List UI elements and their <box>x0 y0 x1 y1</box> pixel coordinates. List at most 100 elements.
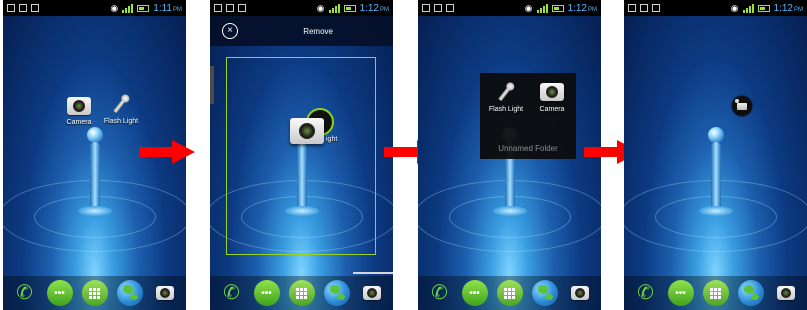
messaging-button[interactable]: ••• <box>253 280 280 306</box>
scroll-indicator <box>353 272 393 274</box>
flash-light-app[interactable]: Flash Light <box>98 93 144 125</box>
app-drawer-button[interactable] <box>496 280 523 306</box>
flash-light-label: Flash Light <box>488 106 524 113</box>
mail-icon <box>214 4 222 12</box>
camera-icon <box>155 286 174 300</box>
app-drawer-icon <box>710 287 721 299</box>
phone-icon: ✆ <box>16 282 33 304</box>
gallery-icon <box>238 4 246 12</box>
camera-app[interactable]: Camera <box>56 96 102 126</box>
flashlight-icon <box>495 80 516 103</box>
camera-icon <box>540 83 564 101</box>
dock: ✆ ••• <box>210 276 393 310</box>
gallery-icon <box>652 4 660 12</box>
phone-button[interactable]: ✆ <box>12 280 38 306</box>
remove-label: Remove <box>303 26 333 36</box>
mail-icon <box>628 4 636 12</box>
camera-icon <box>362 286 381 300</box>
signal-icon <box>742 3 754 13</box>
status-bar: ◉ 1:11PM <box>3 0 186 16</box>
messaging-button[interactable]: ••• <box>46 280 73 306</box>
screen-step-4: ◉ 1:12PM ✆ ••• <box>624 0 807 310</box>
step-arrow <box>139 140 195 164</box>
camera-icon <box>67 97 91 115</box>
camera-label: Camera <box>539 106 565 113</box>
browser-button[interactable] <box>323 280 350 306</box>
status-bar: ◉ 1:12PM <box>418 0 601 16</box>
status-bar: ◉ 1:12PM <box>624 0 807 16</box>
clock: 1:12PM <box>359 2 389 14</box>
water-splash <box>698 206 733 216</box>
folder-name[interactable]: Unnamed Folder <box>480 144 576 153</box>
screen-step-3: ◉ 1:12PM Flash Light Camera Unnamed Fold… <box>418 0 601 310</box>
browser-button[interactable] <box>531 280 558 306</box>
app-drawer-icon <box>89 287 100 299</box>
phone-button[interactable]: ✆ <box>427 280 453 306</box>
image-icon <box>19 4 27 12</box>
clock: 1:11PM <box>153 2 182 14</box>
flashlight-icon <box>110 92 131 115</box>
water-splash <box>77 206 112 216</box>
image-icon <box>640 4 648 12</box>
camera-dock-button[interactable] <box>567 280 593 306</box>
folder-popup: Flash Light Camera Unnamed Folder <box>480 73 576 159</box>
page-handle[interactable] <box>210 66 214 104</box>
status-bar: ◉ 1:12PM <box>210 0 393 16</box>
camera-dock-button[interactable] <box>773 280 799 306</box>
camera-dock-button[interactable] <box>152 280 178 306</box>
browser-button[interactable] <box>116 280 143 306</box>
signal-icon <box>122 3 134 13</box>
browser-button[interactable] <box>737 280 764 306</box>
water-column <box>710 142 721 212</box>
screen-step-2: ◉ 1:12PM × Remove ight ✆ ••• <box>210 0 393 310</box>
clock: 1:12PM <box>567 2 597 14</box>
mail-icon <box>7 4 15 12</box>
messaging-icon: ••• <box>675 287 686 299</box>
water-splash <box>492 206 527 216</box>
flash-light-label: Flash Light <box>103 118 139 125</box>
app-drawer-button[interactable] <box>288 280 315 306</box>
phone-icon: ✆ <box>637 282 654 304</box>
remove-bar[interactable]: × Remove <box>210 16 393 46</box>
clock: 1:12PM <box>773 2 803 14</box>
close-icon[interactable]: × <box>222 23 238 39</box>
app-drawer-icon <box>504 287 515 299</box>
app-drawer-button[interactable] <box>702 280 729 306</box>
dock: ✆ ••• <box>624 276 807 310</box>
water-drop-wallpaper <box>86 127 103 143</box>
image-icon <box>226 4 234 12</box>
dragged-camera-icon[interactable] <box>290 118 324 144</box>
battery-icon <box>343 4 356 12</box>
camera-label: Camera <box>66 119 92 126</box>
image-icon <box>434 4 442 12</box>
folder-icon[interactable] <box>732 96 752 116</box>
app-drawer-button[interactable] <box>81 280 108 306</box>
battery-icon <box>757 4 770 12</box>
messaging-button[interactable]: ••• <box>461 280 488 306</box>
gallery-icon <box>446 4 454 12</box>
app-drawer-icon <box>296 287 307 299</box>
phone-button[interactable]: ✆ <box>219 280 245 306</box>
phone-button[interactable]: ✆ <box>633 280 659 306</box>
dock: ✆ ••• <box>418 276 601 310</box>
dock: ✆ ••• <box>3 276 186 310</box>
messaging-button[interactable]: ••• <box>667 280 694 306</box>
flash-light-app[interactable]: Flash Light <box>484 81 528 113</box>
water-column <box>89 142 100 212</box>
camera-icon <box>776 286 795 300</box>
phone-icon: ✆ <box>431 282 448 304</box>
flash-light-label-partial: ight <box>326 136 338 143</box>
wifi-icon: ◉ <box>524 2 533 13</box>
signal-icon <box>328 3 340 13</box>
wifi-icon: ◉ <box>110 2 119 13</box>
camera-dock-button[interactable] <box>359 280 385 306</box>
battery-icon <box>137 4 150 12</box>
gallery-icon <box>31 4 39 12</box>
messaging-icon: ••• <box>54 287 65 299</box>
camera-app[interactable]: Camera <box>530 81 574 113</box>
wifi-icon: ◉ <box>316 2 325 13</box>
messaging-icon: ••• <box>261 287 272 299</box>
mail-icon <box>422 4 430 12</box>
water-drop-wallpaper <box>707 127 724 143</box>
camera-icon <box>570 286 589 300</box>
